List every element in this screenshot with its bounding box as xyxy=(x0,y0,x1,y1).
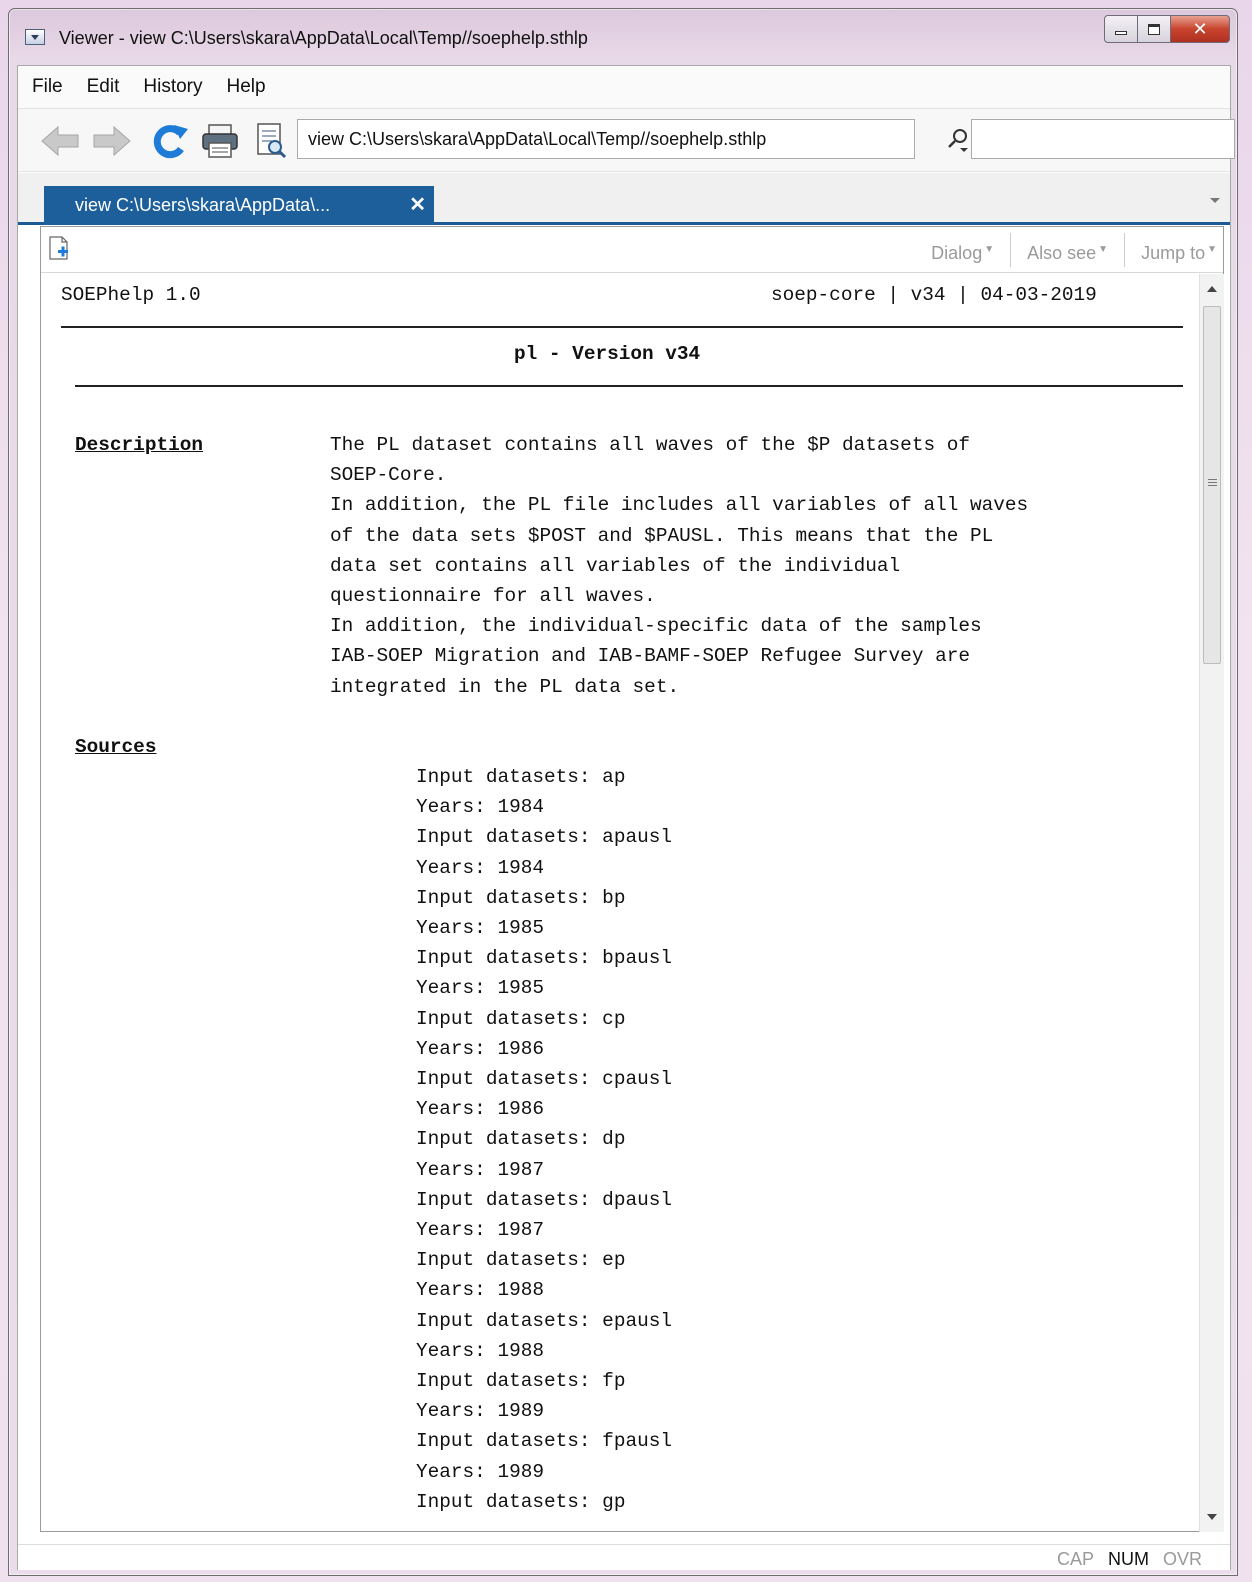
header-rule xyxy=(61,326,1183,328)
viewer-window: Viewer - view C:\Users\skara\AppData\Loc… xyxy=(8,8,1238,1576)
scroll-down-icon[interactable] xyxy=(1207,1514,1217,1520)
chevron-down-icon: ▼ xyxy=(1098,244,1109,255)
source-line: Years: 1985 xyxy=(416,917,544,939)
window-controls: ✕ xyxy=(1104,15,1230,47)
source-line: Years: 1989 xyxy=(416,1460,544,1483)
menu-bar: File Edit History Help xyxy=(18,66,1230,108)
description-line: integrated in the PL data set. xyxy=(330,675,680,698)
menu-file[interactable]: File xyxy=(24,76,79,98)
source-line: Input datasets: gp xyxy=(416,1490,626,1513)
description-line: of the data sets $POST and $PAUSL. This … xyxy=(330,524,994,547)
scroll-up-icon[interactable] xyxy=(1207,286,1217,292)
source-line: Years: 1988 xyxy=(416,1339,544,1362)
num-indicator: NUM xyxy=(1107,1549,1149,1569)
jump-to-label: Jump to xyxy=(1141,243,1206,263)
help-content-frame: Dialog ▼ Also see ▼ Jump to ▼ SOEPhelp 1.0 … xyxy=(40,226,1224,1532)
jump-to-menu[interactable]: Jump to ▼ xyxy=(1124,233,1223,267)
menu-history[interactable]: History xyxy=(135,76,218,98)
source-line: Years: 1985 xyxy=(416,977,544,1000)
grip-icon xyxy=(1208,479,1217,480)
dialog-menu[interactable]: Dialog ▼ xyxy=(915,233,1010,267)
source-line: Years: 1984 xyxy=(416,796,544,819)
source-line: Input datasets: fpausl xyxy=(416,1430,672,1453)
minimize-button[interactable] xyxy=(1104,15,1138,43)
tab-list-dropdown-icon[interactable] xyxy=(1210,198,1220,203)
viewer-client-area: File Edit History Help view C:\Users\ska… xyxy=(17,65,1235,1570)
doc-title: pl - Version v34 xyxy=(514,343,701,365)
source-line: Input datasets: bpausl xyxy=(416,947,672,970)
tab-label: view C:\Users\skara\AppData\... xyxy=(75,195,331,215)
source-line: Input datasets: dp xyxy=(416,1128,626,1151)
source-line: Years: 1987 xyxy=(416,1219,544,1241)
status-bar: CAP NUM OVR xyxy=(18,1544,1230,1570)
source-line: Years: 1986 xyxy=(416,1037,544,1060)
source-line: Years: 1989 xyxy=(416,1400,544,1423)
description-line: In addition, the individual-specific dat… xyxy=(330,615,982,638)
header-right: soep-core | v34 | 04-03-2019 xyxy=(771,284,1097,306)
header-left: SOEPhelp 1.0 xyxy=(61,284,201,306)
search-input[interactable] xyxy=(971,119,1235,159)
chevron-down-icon: ▼ xyxy=(984,244,995,255)
description-line: The PL dataset contains all waves of the… xyxy=(330,434,970,456)
refresh-icon[interactable] xyxy=(150,123,190,159)
viewer-document-icon[interactable] xyxy=(252,123,292,159)
tab-close-icon[interactable]: ✕ xyxy=(409,186,426,225)
source-line: Years: 1986 xyxy=(416,1098,544,1121)
tab-soephelp[interactable]: view C:\Users\skara\AppData\... ✕ xyxy=(44,186,434,225)
ovr-indicator: OVR xyxy=(1162,1549,1202,1569)
forward-arrow-icon[interactable] xyxy=(92,123,132,159)
description-line: IAB-SOEP Migration and IAB-BAMF-SOEP Ref… xyxy=(330,645,970,668)
scroll-thumb[interactable] xyxy=(1203,306,1221,664)
source-line: Years: 1984 xyxy=(416,856,544,879)
menu-edit[interactable]: Edit xyxy=(79,76,136,98)
source-line: Input datasets: dpausl xyxy=(416,1188,672,1211)
description-line: data set contains all variables of the i… xyxy=(330,554,901,577)
back-arrow-icon[interactable] xyxy=(40,123,80,159)
also-see-menu[interactable]: Also see ▼ xyxy=(1010,233,1124,267)
source-line: Years: 1987 xyxy=(416,1158,544,1181)
new-viewer-icon[interactable] xyxy=(49,236,69,262)
search-icon[interactable] xyxy=(946,127,972,153)
close-icon: ✕ xyxy=(1192,18,1208,40)
window-title: Viewer - view C:\Users\skara\AppData\Loc… xyxy=(59,28,588,48)
source-line: Input datasets: ap xyxy=(416,766,626,788)
window-menu-icon[interactable] xyxy=(25,29,45,45)
tab-strip: view C:\Users\skara\AppData\... ✕ xyxy=(18,173,1230,225)
also-see-label: Also see xyxy=(1027,243,1097,263)
vertical-scrollbar[interactable] xyxy=(1199,274,1224,1532)
maximize-icon xyxy=(1148,23,1160,35)
cap-indicator: CAP xyxy=(1056,1549,1094,1569)
help-document: SOEPhelp 1.0 soep-core | v34 | 04-03-201… xyxy=(41,274,1199,1532)
description-line: SOEP-Core. xyxy=(330,464,447,487)
chevron-down-icon: ▼ xyxy=(1207,244,1217,255)
description-line: In addition, the PL file includes all va… xyxy=(330,494,1029,517)
source-line: Input datasets: bp xyxy=(416,886,626,909)
source-line: Input datasets: epausl xyxy=(416,1309,672,1332)
status-indicators: CAP NUM OVR xyxy=(1057,1549,1202,1570)
source-line: Input datasets: fp xyxy=(416,1370,626,1392)
description-line: questionnaire for all waves. xyxy=(330,585,656,607)
command-url-input[interactable]: view C:\Users\skara\AppData\Local\Temp//… xyxy=(297,119,915,159)
title-bar[interactable]: Viewer - view C:\Users\skara\AppData\Loc… xyxy=(9,9,1237,65)
maximize-button[interactable] xyxy=(1137,15,1171,43)
source-line: Input datasets: ep xyxy=(416,1249,626,1272)
print-icon[interactable] xyxy=(200,123,240,159)
minimize-icon xyxy=(1115,31,1127,35)
subbar-menus: Dialog ▼ Also see ▼ Jump to ▼ xyxy=(915,233,1223,267)
close-window-button[interactable]: ✕ xyxy=(1170,15,1230,43)
source-line: Input datasets: apausl xyxy=(416,826,672,849)
menu-help[interactable]: Help xyxy=(219,76,282,98)
source-line: Input datasets: cpausl xyxy=(416,1068,672,1090)
title-rule xyxy=(75,385,1183,387)
viewer-subbar: Dialog ▼ Also see ▼ Jump to ▼ xyxy=(41,227,1223,273)
description-heading: Description xyxy=(75,434,203,456)
toolbar: view C:\Users\skara\AppData\Local\Temp//… xyxy=(18,108,1235,172)
source-line: Years: 1988 xyxy=(416,1279,544,1302)
sources-heading: Sources xyxy=(75,736,157,758)
dialog-label: Dialog xyxy=(931,243,983,263)
source-line: Input datasets: cp xyxy=(416,1007,626,1030)
